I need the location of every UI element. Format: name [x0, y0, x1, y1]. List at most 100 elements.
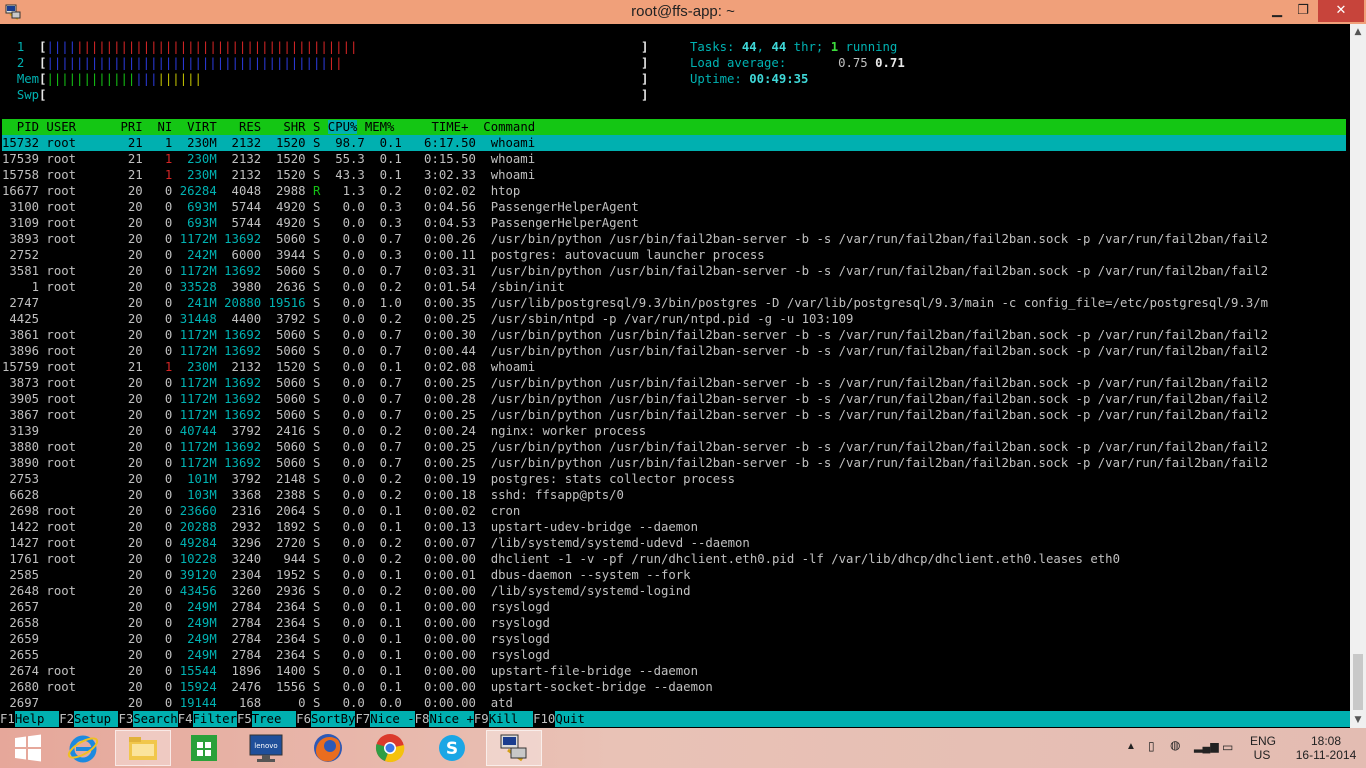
fkey-label-f7[interactable]: Nice -	[370, 711, 414, 727]
process-row[interactable]: 2585 20 0 39120 2304 1952 S 0.0 0.1 0:00…	[2, 567, 690, 583]
process-row[interactable]: 3905 root 20 0 1172M 13692 5060 S 0.0 0.…	[2, 391, 1268, 407]
process-row[interactable]: 15759 root 21 1 230M 2132 1520 S 0.0 0.1…	[2, 359, 535, 375]
fkey-f6[interactable]: F6	[296, 711, 311, 727]
process-row[interactable]: 2674 root 20 0 15544 1896 1400 S 0.0 0.1…	[2, 663, 698, 679]
fkey-f2[interactable]: F2	[59, 711, 75, 727]
fkey-f9[interactable]: F9	[473, 711, 489, 727]
process-row[interactable]: 3867 root 20 0 1172M 13692 5060 S 0.0 0.…	[2, 407, 1268, 423]
minimize-button[interactable]: ▁	[1264, 0, 1290, 22]
scroll-up-arrow-icon[interactable]: ▲	[1350, 24, 1366, 40]
column-header-shr[interactable]: SHR	[261, 120, 305, 134]
process-row[interactable]: 2648 root 20 0 43456 3260 2936 S 0.0 0.2…	[2, 583, 691, 599]
language-indicator[interactable]: ENG US	[1250, 734, 1276, 762]
process-row[interactable]: 2747 20 0 241M 20880 19516 S 0.0 1.0 0:0…	[2, 295, 1268, 311]
maximize-button[interactable]: ❐	[1290, 0, 1316, 22]
column-header-pid[interactable]: PID	[2, 120, 46, 134]
process-row[interactable]: 2752 20 0 242M 6000 3944 S 0.0 0.3 0:00.…	[2, 247, 764, 263]
column-header-command[interactable]: Command	[469, 120, 535, 134]
fkey-f10[interactable]: F10	[533, 711, 556, 727]
fkey-label-f9[interactable]: Kill	[489, 711, 533, 727]
process-row[interactable]: 3873 root 20 0 1172M 13692 5060 S 0.0 0.…	[2, 375, 1268, 391]
chrome-icon[interactable]	[362, 730, 418, 766]
cell-ni: 0	[142, 552, 173, 566]
clock[interactable]: 18:08 16-11-2014	[1290, 734, 1362, 762]
column-header-res[interactable]: RES	[217, 120, 261, 134]
process-row[interactable]: 3880 root 20 0 1172M 13692 5060 S 0.0 0.…	[2, 439, 1268, 455]
process-row[interactable]: 3139 20 0 40744 3792 2416 S 0.0 0.2 0:00…	[2, 423, 646, 439]
fkey-f8[interactable]: F8	[414, 711, 430, 727]
process-row[interactable]: 3893 root 20 0 1172M 13692 5060 S 0.0 0.…	[2, 231, 1268, 247]
cell-pid: 4425	[2, 312, 47, 326]
column-header-ni[interactable]: NI	[143, 120, 172, 134]
store-icon[interactable]	[176, 730, 232, 766]
process-row[interactable]: 1761 root 20 0 10228 3240 944 S 0.0 0.2 …	[2, 551, 1120, 567]
process-row[interactable]: 2753 20 0 101M 3792 2148 S 0.0 0.2 0:00.…	[2, 471, 735, 487]
fkey-label-f5[interactable]: Tree	[252, 711, 296, 727]
process-row[interactable]: 3861 root 20 0 1172M 13692 5060 S 0.0 0.…	[2, 327, 1268, 343]
fkey-f4[interactable]: F4	[177, 711, 193, 727]
fkey-label-f2[interactable]: Setup	[74, 711, 118, 727]
process-row[interactable]: 1427 root 20 0 49284 3296 2720 S 0.0 0.2…	[2, 535, 749, 551]
process-row[interactable]: 1422 root 20 0 20288 2932 1892 S 0.0 0.1…	[2, 519, 698, 535]
column-header-user[interactable]: USER	[46, 120, 113, 134]
process-row[interactable]: 15732 root 21 1 230M 2132 1520 S 98.7 0.…	[2, 135, 535, 151]
column-header-pri[interactable]: PRI	[113, 120, 142, 134]
vertical-scrollbar[interactable]: ▲ ▼	[1350, 24, 1366, 728]
cell-ni: 0	[142, 296, 173, 310]
column-header-mem[interactable]: MEM%	[357, 120, 395, 134]
column-header-time[interactable]: TIME+	[394, 120, 468, 134]
process-row[interactable]: 4425 20 0 31448 4400 3792 S 0.0 0.2 0:00…	[2, 311, 853, 327]
fkey-label-f4[interactable]: Filter	[193, 711, 237, 727]
process-row[interactable]: 2655 20 0 249M 2784 2364 S 0.0 0.1 0:00.…	[2, 647, 550, 663]
fkey-f1[interactable]: F1	[0, 711, 15, 727]
process-row[interactable]: 3109 root 20 0 693M 5744 4920 S 0.0 0.3 …	[2, 215, 638, 231]
firefox-icon[interactable]	[300, 730, 356, 766]
process-row[interactable]: 2658 20 0 249M 2784 2364 S 0.0 0.1 0:00.…	[2, 615, 550, 631]
process-row[interactable]: 6628 20 0 103M 3368 2388 S 0.0 0.2 0:00.…	[2, 487, 624, 503]
process-row[interactable]: 1 root 20 0 33528 3980 2636 S 0.0 0.2 0:…	[2, 279, 565, 295]
process-row[interactable]: 2659 20 0 249M 2784 2364 S 0.0 0.1 0:00.…	[2, 631, 550, 647]
cell-pid: 15759	[2, 360, 47, 374]
terminal-area[interactable]: 1 [|||||||||||||||||||||||||||||||||||||…	[0, 24, 1350, 728]
cell-command: /lib/systemd/systemd-logind	[475, 584, 691, 598]
fkey-label-f8[interactable]: Nice +	[429, 711, 473, 727]
cell-virt: 693M	[172, 200, 217, 214]
fkey-f3[interactable]: F3	[118, 711, 134, 727]
lenovo-icon[interactable]: lenovo	[238, 730, 294, 766]
scrollbar-thumb[interactable]	[1353, 654, 1363, 710]
process-row[interactable]: 2657 20 0 249M 2784 2364 S 0.0 0.1 0:00.…	[2, 599, 550, 615]
close-button[interactable]: ✕	[1318, 0, 1364, 22]
file-explorer-icon[interactable]	[115, 730, 171, 766]
process-row[interactable]: 15758 root 21 1 230M 2132 1520 S 43.3 0.…	[2, 167, 535, 183]
show-hidden-icons-icon[interactable]: ▲	[1126, 741, 1136, 752]
process-row[interactable]: 17539 root 21 1 230M 2132 1520 S 55.3 0.…	[2, 151, 535, 167]
process-row[interactable]: 3896 root 20 0 1172M 13692 5060 S 0.0 0.…	[2, 343, 1268, 359]
column-header-virt[interactable]: VIRT	[172, 120, 217, 134]
process-row[interactable]: 2698 root 20 0 23660 2316 2064 S 0.0 0.1…	[2, 503, 520, 519]
column-header-s[interactable]: S	[306, 120, 328, 134]
putty-taskbar-icon[interactable]	[486, 730, 542, 766]
cell-pri: 20	[113, 200, 143, 214]
process-row[interactable]: 3890 root 20 0 1172M 13692 5060 S 0.0 0.…	[2, 455, 1268, 471]
wifi-signal-icon[interactable]: ▂▄▆	[1194, 740, 1219, 753]
fkey-f5[interactable]: F5	[236, 711, 252, 727]
windows-start-icon[interactable]	[0, 730, 56, 766]
fkey-label-f6[interactable]: SortBy	[311, 711, 355, 727]
battery-icon[interactable]: ▭	[1222, 740, 1233, 754]
process-row[interactable]: 2680 root 20 0 15924 2476 1556 S 0.0 0.1…	[2, 679, 712, 695]
column-header-cpu[interactable]: CPU%	[327, 120, 358, 134]
fkey-f7[interactable]: F7	[355, 711, 371, 727]
internet-explorer-icon[interactable]	[55, 730, 111, 766]
skype-icon[interactable]: S	[424, 730, 480, 766]
fkey-label-f10[interactable]: Quit	[555, 711, 585, 727]
process-row[interactable]: 3581 root 20 0 1172M 13692 5060 S 0.0 0.…	[2, 263, 1268, 279]
fkey-label-f1[interactable]: Help	[15, 711, 59, 727]
process-row[interactable]: 2697 20 0 19144 168 0 S 0.0 0.0 0:00.00 …	[2, 695, 513, 711]
fkey-label-f3[interactable]: Search	[133, 711, 177, 727]
phone-icon[interactable]: ▯	[1148, 739, 1155, 753]
cell-time: 0:00.00	[401, 696, 476, 710]
process-row[interactable]: 16677 root 20 0 26284 4048 2988 R 1.3 0.…	[2, 183, 520, 199]
network-globe-icon[interactable]: ◍	[1170, 738, 1180, 752]
process-row[interactable]: 3100 root 20 0 693M 5744 4920 S 0.0 0.3 …	[2, 199, 638, 215]
scroll-down-arrow-icon[interactable]: ▼	[1350, 712, 1366, 728]
